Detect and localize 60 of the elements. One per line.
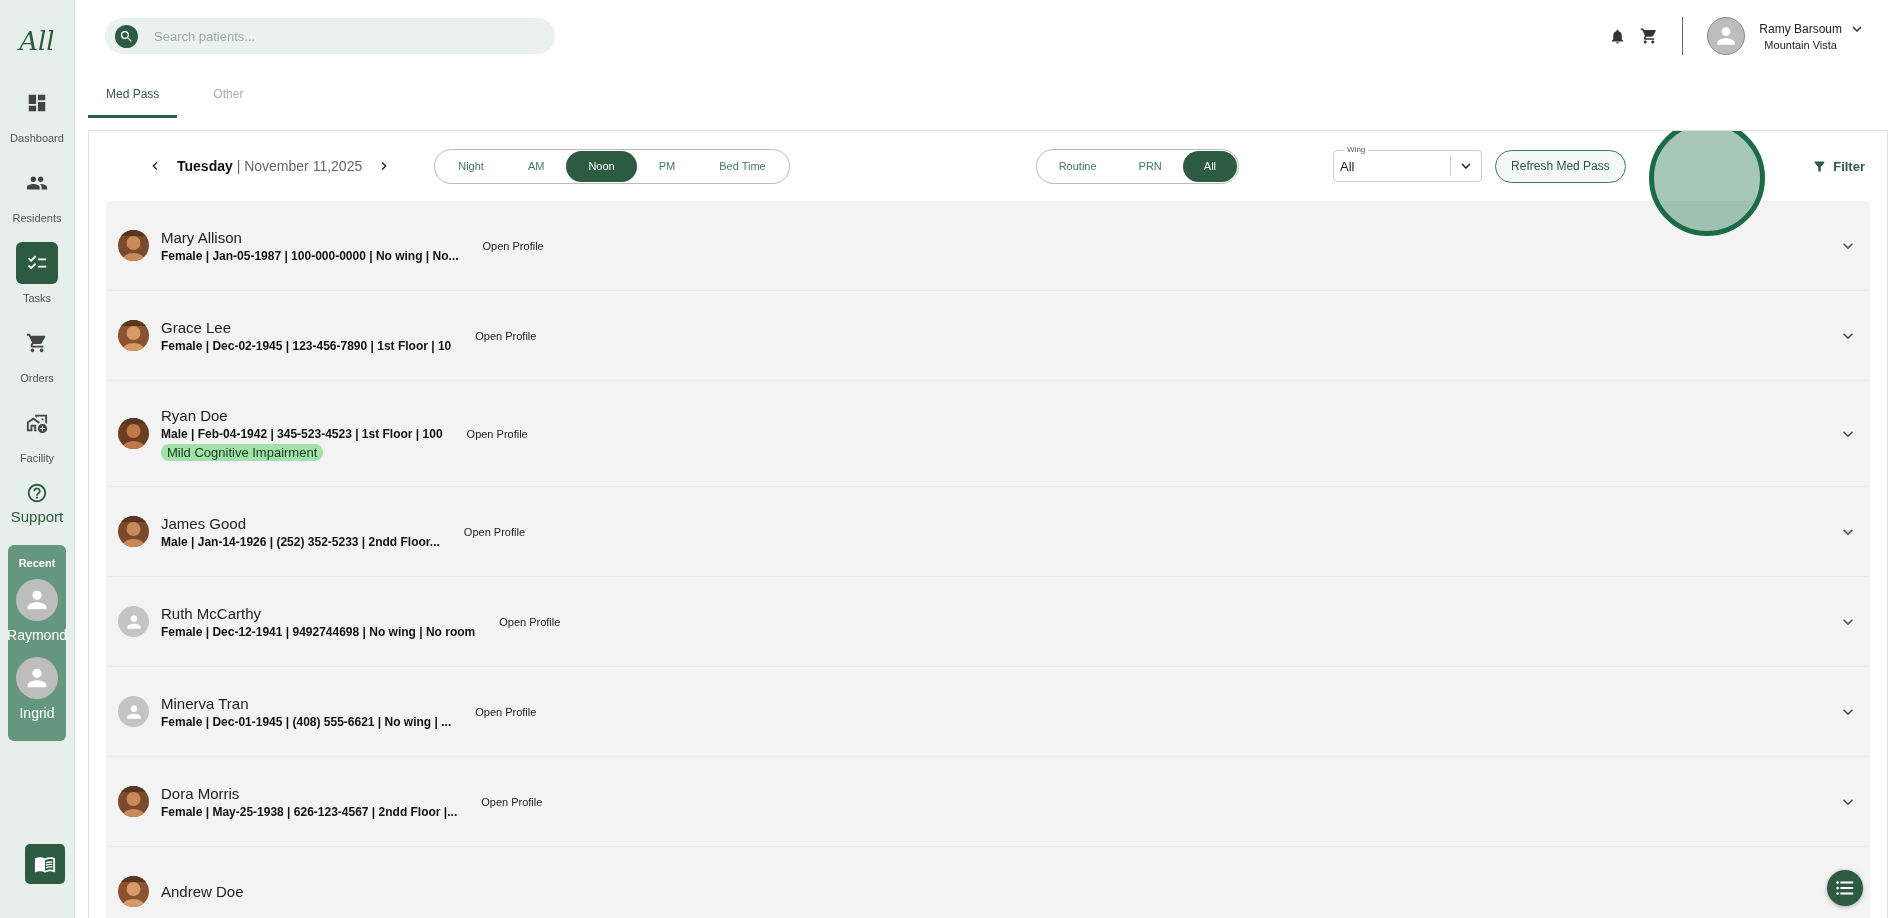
support-label[interactable]: Support <box>10 508 64 525</box>
open-profile-link[interactable]: Open Profile <box>475 329 537 342</box>
open-profile-link[interactable]: Open Profile <box>499 615 561 628</box>
avatar-icon[interactable] <box>1707 17 1746 55</box>
avatar-icon[interactable] <box>16 579 58 621</box>
resident-details: Female | Dec-12-1941 | 9492744698 | No wing | No room <box>161 624 476 639</box>
shift-option[interactable]: Night <box>436 150 506 182</box>
refresh-button[interactable]: Refresh Med Pass <box>1495 149 1626 183</box>
avatar-icon <box>118 606 149 637</box>
logo: All <box>19 26 55 56</box>
open-profile-link[interactable]: Open Profile <box>481 795 543 808</box>
tab[interactable]: Med Pass <box>88 72 178 118</box>
nav-label[interactable]: Dashboard <box>10 132 64 144</box>
shift-option[interactable]: AM <box>505 150 567 182</box>
resident-details: Female | Dec-01-1945 | (408) 555-6621 | No wing | ... <box>161 714 452 729</box>
resident-name: Dora Morris <box>161 784 241 802</box>
cart-icon[interactable] <box>1640 27 1659 45</box>
resident-name: Grace Lee <box>161 318 233 336</box>
search-input[interactable]: Search patients... <box>152 27 545 45</box>
resident-name: Minerva Tran <box>161 694 250 712</box>
avatar-icon[interactable] <box>16 657 58 699</box>
help-icon[interactable] <box>26 482 48 504</box>
type-option[interactable]: Routine <box>1037 150 1118 182</box>
resident-details: Male | Feb-04-1942 | 345-523-4523 | 1st Floor | 100 <box>161 426 443 441</box>
diagnosis-tag: Mild Cognitive Impairment <box>161 443 324 461</box>
open-profile-link[interactable]: Open Profile <box>463 525 525 538</box>
cart-icon <box>26 332 48 354</box>
user-name[interactable]: Ramy Barsoum <box>1759 21 1842 36</box>
open-profile-link[interactable]: Open Profile <box>466 427 528 440</box>
nav-label[interactable]: Orders <box>20 372 54 384</box>
avatar-icon <box>118 696 149 727</box>
shift-option[interactable]: PM <box>636 150 698 182</box>
resident-details: Male | Jan-14-1926 | (252) 352-5233 | 2ndd Floor... <box>161 534 440 549</box>
resident-name: Ryan Doe <box>161 406 229 424</box>
shift-option[interactable]: Bed Time <box>697 150 788 182</box>
nav-button[interactable] <box>16 242 58 284</box>
book-button[interactable] <box>25 844 65 884</box>
resident-details: Female | Jan-05-1987 | 100-000-0000 | No wing | No... <box>161 248 459 263</box>
house-plus-icon <box>26 412 48 434</box>
dashboard-icon <box>26 92 48 114</box>
facility-name: Mountain Vista <box>1764 38 1837 51</box>
filter-button[interactable]: Filter <box>1806 157 1871 175</box>
resident-name: Mary Allison <box>161 228 243 246</box>
open-profile-link[interactable]: Open Profile <box>482 239 544 252</box>
open-profile-link[interactable]: Open Profile <box>475 705 537 718</box>
search-icon[interactable] <box>115 24 138 48</box>
nav-label[interactable]: Facility <box>19 452 55 464</box>
date-label: Tuesday | November 11,2025 <box>177 158 363 174</box>
resident-name: Ruth McCarthy <box>161 604 263 622</box>
resident-details: Female | Dec-02-1945 | 123-456-7890 | 1st Floor | 10 <box>161 338 452 353</box>
resident-details: Female | May-25-1938 | 626-123-4567 | 2ndd Floor |... <box>161 804 458 819</box>
type-option[interactable]: PRN <box>1117 150 1183 182</box>
shift-option[interactable]: Noon <box>566 150 637 182</box>
type-option[interactable]: All <box>1182 150 1238 182</box>
nav-label[interactable]: Residents <box>12 212 62 224</box>
resident-name: James Good <box>161 514 248 532</box>
recent-title: Recent <box>18 557 56 569</box>
nav-label[interactable]: Tasks <box>22 292 52 304</box>
search-field[interactable]: Search patients... <box>105 18 555 54</box>
resident-name: Andrew Doe <box>161 883 244 900</box>
